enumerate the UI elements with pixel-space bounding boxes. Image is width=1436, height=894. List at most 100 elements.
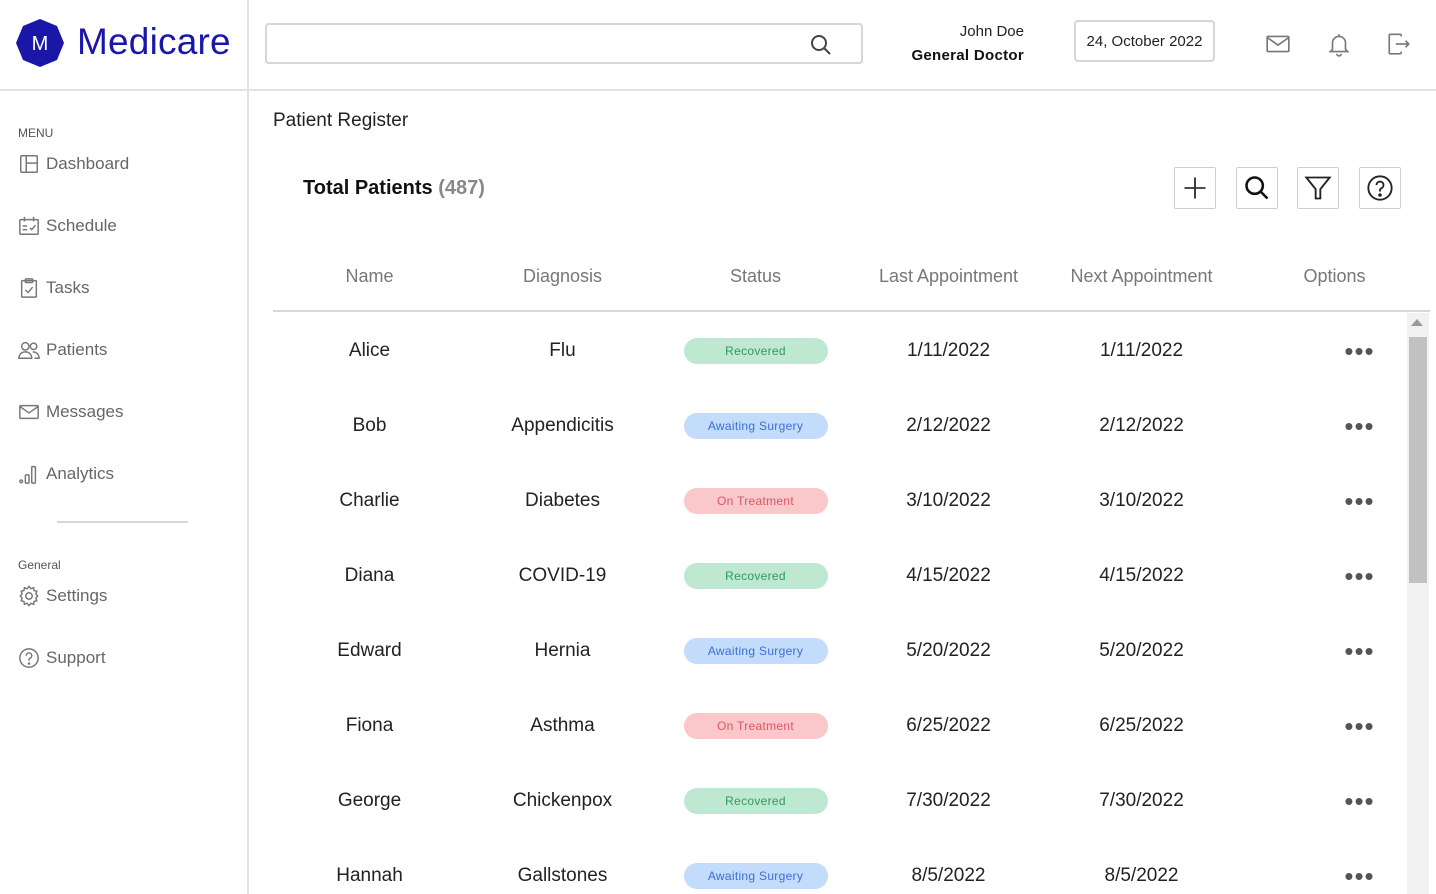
sidebar-item-analytics[interactable]: Analytics [18,460,114,488]
cell-next-appointment: 5/20/2022 [1099,639,1184,661]
mail-icon[interactable] [1265,31,1291,57]
cell-last-appointment: 2/12/2022 [906,414,991,436]
sidebar-item-label: Messages [46,402,124,421]
cell-last-appointment: 6/25/2022 [906,714,991,736]
sidebar-item-label: Settings [46,586,108,605]
cell-status: Awaiting Surgery [659,613,852,688]
search-patients-button[interactable] [1236,167,1278,209]
cell-last-appointment: 3/10/2022 [906,489,991,511]
status-badge: Recovered [683,787,828,814]
add-patient-button[interactable] [1174,167,1216,209]
table-row[interactable]: George Chickenpox Recovered 7/30/2022 7/30/2… [273,763,1406,838]
top-bar: John Doe General Doctor 24, October 2022 [249,0,1436,91]
sidebar-item-schedule[interactable]: Schedule [18,212,117,240]
table-row[interactable]: Fiona Asthma On Treatment 6/25/2022 6/25/202… [273,688,1406,763]
cell-diagnosis: Flu [549,339,576,361]
help-button[interactable] [1359,167,1401,209]
filter-button[interactable] [1297,167,1339,209]
sidebar-item-label: Dashboard [46,154,130,173]
logo-letter: M [32,33,49,55]
brand-name: Medicare [77,21,231,62]
calendar-icon [19,216,39,235]
more-options-icon[interactable]: ••• [1344,413,1374,439]
cell-status: Recovered [659,538,852,613]
more-options-icon[interactable]: ••• [1344,713,1374,739]
column-header-options[interactable]: Options [1238,266,1431,287]
sidebar-item-messages[interactable]: Messages [18,398,123,426]
more-options-icon[interactable]: ••• [1344,338,1374,364]
column-header-name[interactable]: Name [273,266,466,287]
cell-last-appointment: 4/15/2022 [906,564,991,586]
cell-options: ••• [1238,388,1406,463]
more-options-icon[interactable]: ••• [1344,488,1374,514]
cell-name: Fiona [345,714,394,736]
more-options-icon[interactable]: ••• [1344,788,1374,814]
cell-status: Awaiting Surgery [659,838,852,894]
table-row[interactable]: Alice Flu Recovered 1/11/2022 1/11/2022 ••• [273,313,1406,388]
table-row[interactable]: Hannah Gallstones Awaiting Surgery 8/5/2022… [273,838,1406,894]
sidebar-item-dashboard[interactable]: Dashboard [18,150,129,178]
scrollbar[interactable] [1407,313,1429,894]
cell-diagnosis: Chickenpox [512,789,613,811]
cell-diagnosis: COVID-19 [518,564,607,586]
sidebar-item-settings[interactable]: Settings [18,582,107,610]
cell-status: Recovered [659,313,852,388]
search-icon [1245,176,1269,200]
sidebar-item-label: Patients [46,340,108,359]
cell-name: Alice [348,339,391,361]
cell-name: Edward [337,639,402,661]
sidebar-item-tasks[interactable]: Tasks [18,274,89,302]
cell-status: Awaiting Surgery [659,388,852,463]
sidebar-item-label: Tasks [46,278,90,297]
cell-options: ••• [1238,613,1406,688]
column-header-diagnosis[interactable]: Diagnosis [466,266,659,287]
search-input[interactable] [277,25,797,61]
cell-options: ••• [1238,838,1406,894]
cell-next-appointment: 7/30/2022 [1099,789,1184,811]
cell-diagnosis: Asthma [530,714,595,736]
search-box [265,23,863,64]
cell-last-appointment: 5/20/2022 [906,639,991,661]
status-badge: Awaiting Surgery [683,862,828,889]
column-header-last-appointment[interactable]: Last Appointment [852,266,1045,287]
search-icon[interactable] [809,33,833,57]
total-patients-label: Total Patients [303,177,433,199]
more-options-icon[interactable]: ••• [1344,563,1374,589]
cell-name: George [337,789,402,811]
table-row[interactable]: Bob Appendicitis Awaiting Surgery 2/12/2022… [273,388,1406,463]
cell-last-appointment: 8/5/2022 [911,864,986,886]
help-circle-icon [19,648,39,668]
scroll-up-arrow-icon[interactable] [1411,319,1423,326]
sidebar-item-label: Analytics [46,464,115,483]
more-options-icon[interactable]: ••• [1344,638,1374,664]
status-badge: Recovered [683,337,828,364]
cell-name: Hannah [336,864,403,886]
cell-diagnosis: Diabetes [525,489,600,511]
sidebar-item-support[interactable]: Support [18,644,106,672]
logout-icon[interactable] [1386,31,1412,57]
table-row[interactable]: Charlie Diabetes On Treatment 3/10/2022 3/10… [273,463,1406,538]
column-header-next-appointment[interactable]: Next Appointment [1045,266,1238,287]
brand: M Medicare [0,0,247,91]
table-row[interactable]: Edward Hernia Awaiting Surgery 5/20/2022 5/2… [273,613,1406,688]
sidebar-item-patients[interactable]: Patients [18,336,107,364]
sidebar: M Medicare MENU Dashboard Schedule Tasks… [0,0,249,894]
plus-icon [1184,177,1206,199]
bar-chart-icon [19,465,37,484]
date-display[interactable]: 24, October 2022 [1074,20,1215,62]
cell-options: ••• [1238,538,1406,613]
more-options-icon[interactable]: ••• [1344,863,1374,889]
cell-diagnosis: Gallstones [517,864,608,886]
sidebar-item-label: Support [46,648,106,667]
table-row[interactable]: Diana COVID-19 Recovered 4/15/2022 4/15/2022… [273,538,1406,613]
scrollbar-thumb[interactable] [1409,337,1427,583]
filter-icon [1304,176,1332,200]
logo-icon: M [16,19,64,67]
column-header-status[interactable]: Status [659,266,852,287]
help-icon [1367,175,1393,201]
bell-icon[interactable] [1326,31,1352,57]
cell-next-appointment: 8/5/2022 [1104,864,1179,886]
cell-options: ••• [1238,463,1406,538]
user-role: General Doctor [911,47,1024,64]
sidebar-item-label: Schedule [46,216,117,235]
